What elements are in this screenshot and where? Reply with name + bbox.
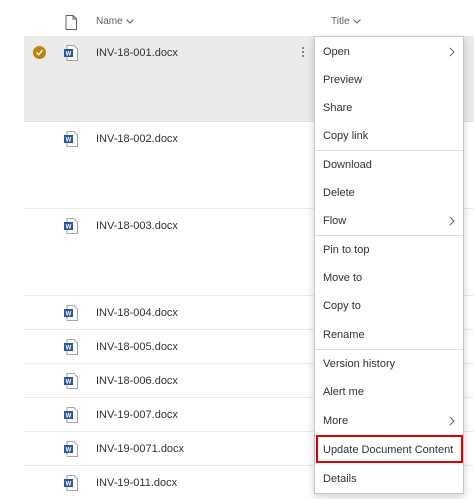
word-document-icon: W <box>64 475 78 491</box>
svg-text:W: W <box>66 312 72 318</box>
file-name-link[interactable]: INV-19-011.docx <box>96 477 177 489</box>
menu-item-label: Copy link <box>323 130 369 142</box>
word-document-icon: W <box>64 131 78 147</box>
menu-item-label: Download <box>323 159 372 171</box>
menu-item-label: Share <box>323 102 353 114</box>
menu-item-alert-me[interactable]: Alert me <box>315 378 463 406</box>
list-header: Name Title <box>0 0 474 36</box>
svg-text:W: W <box>66 448 72 454</box>
chevron-right-icon <box>449 216 455 226</box>
menu-item-delete[interactable]: Delete <box>315 179 463 207</box>
word-document-icon: W <box>64 305 78 321</box>
menu-item-copy-to[interactable]: Copy to <box>315 292 463 320</box>
context-menu: Open Preview Share Copy link Download De… <box>314 36 464 494</box>
chevron-down-icon <box>352 19 361 24</box>
word-document-icon: W <box>64 339 78 355</box>
column-header-title[interactable]: Title <box>331 16 361 27</box>
menu-item-rename[interactable]: Rename <box>315 321 463 349</box>
svg-text:W: W <box>66 414 72 420</box>
menu-item-label: Preview <box>323 74 363 86</box>
svg-text:W: W <box>66 380 72 386</box>
svg-text:W: W <box>66 482 72 488</box>
column-header-title-label: Title <box>331 16 350 27</box>
more-actions-icon[interactable] <box>296 44 310 60</box>
menu-item-more[interactable]: More <box>315 407 463 435</box>
file-name-link[interactable]: INV-18-006.docx <box>96 375 178 387</box>
column-header-name[interactable]: Name <box>96 16 134 27</box>
column-header-name-label: Name <box>96 16 123 27</box>
word-document-icon: W <box>64 373 78 389</box>
chevron-right-icon <box>449 416 455 426</box>
menu-item-pin-to-top[interactable]: Pin to top <box>315 236 463 264</box>
file-name-link[interactable]: INV-18-004.docx <box>96 307 178 319</box>
menu-item-label: Alert me <box>323 386 364 398</box>
file-name-link[interactable]: INV-18-002.docx <box>96 133 178 145</box>
menu-item-label: Pin to top <box>323 244 370 256</box>
chevron-right-icon <box>449 47 455 57</box>
file-name-link[interactable]: INV-18-005.docx <box>96 341 178 353</box>
file-type-icon[interactable] <box>65 15 77 30</box>
svg-text:W: W <box>66 52 72 58</box>
menu-item-download[interactable]: Download <box>315 151 463 179</box>
menu-item-label: Rename <box>323 329 365 341</box>
file-name-link[interactable]: INV-19-0071.docx <box>96 443 184 455</box>
menu-item-label: More <box>323 415 349 427</box>
menu-item-share[interactable]: Share <box>315 94 463 122</box>
word-document-icon: W <box>64 45 78 61</box>
menu-item-label: Details <box>323 473 357 485</box>
file-name-link[interactable]: INV-18-001.docx <box>96 47 178 59</box>
menu-item-move-to[interactable]: Move to <box>315 264 463 292</box>
svg-text:W: W <box>66 138 72 144</box>
svg-text:W: W <box>66 346 72 352</box>
word-document-icon: W <box>64 407 78 423</box>
word-document-icon: W <box>64 441 78 457</box>
menu-item-open[interactable]: Open <box>315 38 463 66</box>
menu-item-label: Flow <box>323 215 347 227</box>
menu-item-label: Delete <box>323 187 355 199</box>
menu-item-version-history[interactable]: Version history <box>315 350 463 378</box>
menu-item-flow[interactable]: Flow <box>315 207 463 235</box>
svg-text:W: W <box>66 225 72 231</box>
menu-item-copy-link[interactable]: Copy link <box>315 122 463 150</box>
menu-item-label: Version history <box>323 358 396 370</box>
menu-item-label: Open <box>323 46 350 58</box>
menu-item-label: Move to <box>323 272 363 284</box>
chevron-down-icon <box>125 19 134 24</box>
menu-item-preview[interactable]: Preview <box>315 66 463 94</box>
menu-item-label: Copy to <box>323 300 361 312</box>
word-document-icon: W <box>64 218 78 234</box>
file-name-link[interactable]: INV-19-007.docx <box>96 409 178 421</box>
menu-item-details[interactable]: Details <box>315 465 463 493</box>
selected-check-icon[interactable] <box>33 46 46 59</box>
highlight-annotation <box>316 435 463 463</box>
file-name-link[interactable]: INV-18-003.docx <box>96 220 178 232</box>
